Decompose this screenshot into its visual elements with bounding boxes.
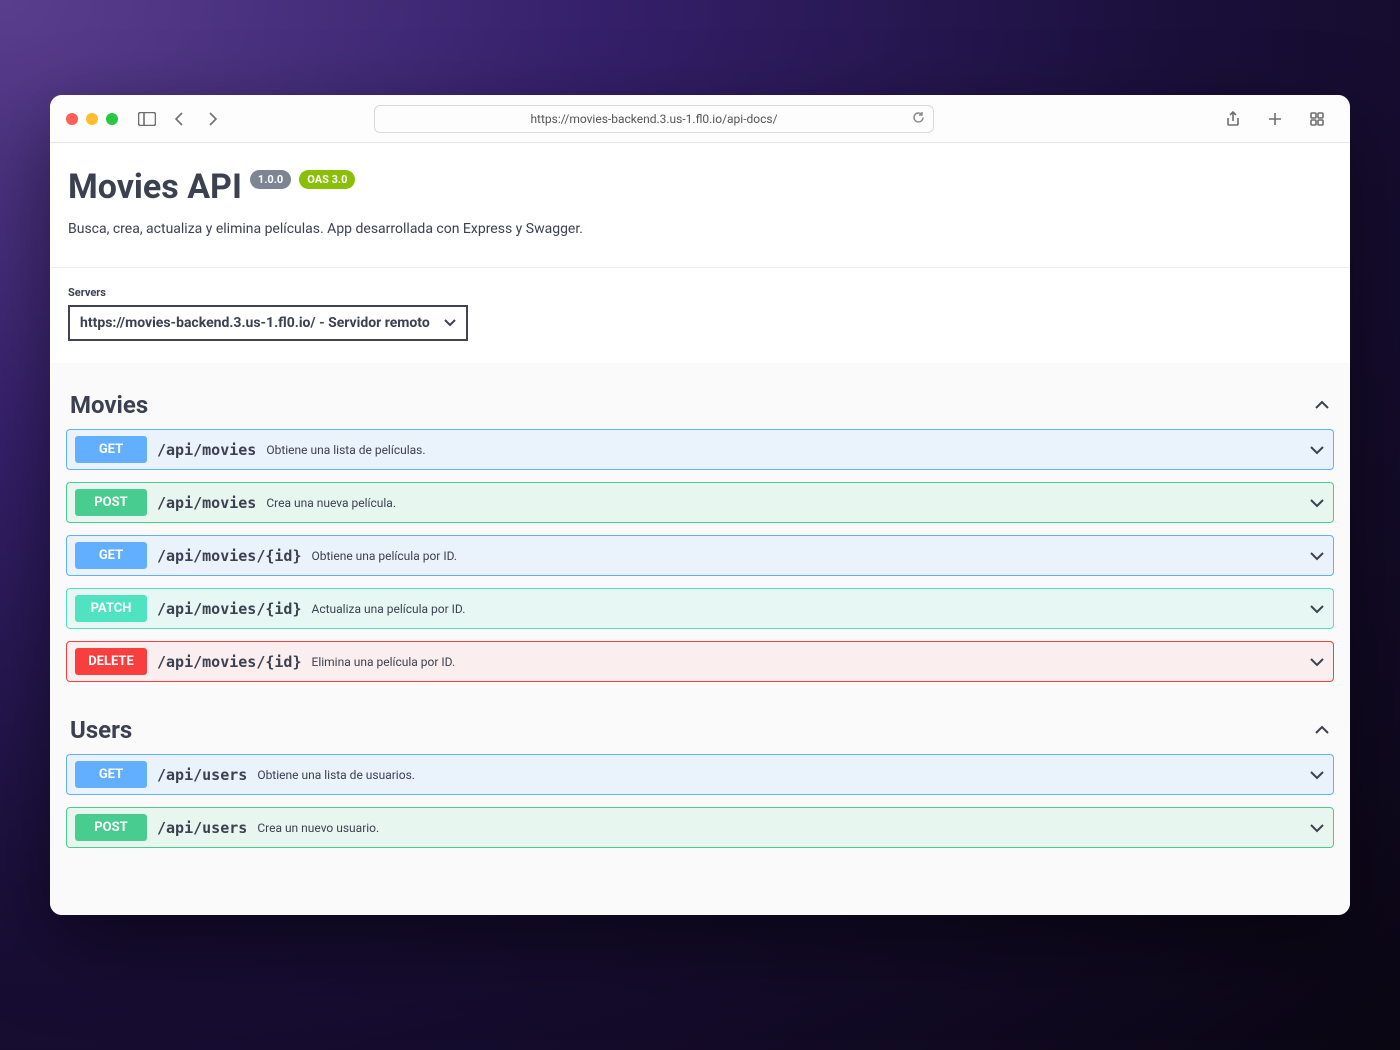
reload-icon[interactable] bbox=[912, 111, 925, 127]
share-icon[interactable] bbox=[1222, 108, 1244, 130]
maximize-window-button[interactable] bbox=[106, 113, 118, 125]
operation-summary: Crea un nuevo usuario. bbox=[257, 821, 379, 835]
operation-summary: Elimina una película por ID. bbox=[312, 655, 456, 669]
tag-header[interactable]: Movies bbox=[66, 391, 1334, 429]
titlebar: https://movies-backend.3.us-1.fl0.io/api… bbox=[50, 95, 1350, 143]
operation-row[interactable]: GET/api/movies Obtiene una lista de pelíc… bbox=[66, 429, 1334, 470]
operation-path: /api/users bbox=[157, 819, 247, 837]
operation-path: /api/movies/{id} bbox=[157, 653, 302, 671]
chevron-up-icon bbox=[1314, 400, 1330, 410]
operation-path: /api/movies/{id} bbox=[157, 547, 302, 565]
close-window-button[interactable] bbox=[66, 113, 78, 125]
operation-summary: Crea una nueva película. bbox=[266, 496, 396, 510]
minimize-window-button[interactable] bbox=[86, 113, 98, 125]
oas-badge: OAS 3.0 bbox=[299, 170, 355, 189]
method-badge: POST bbox=[75, 814, 147, 841]
tag-header[interactable]: Users bbox=[66, 716, 1334, 754]
titlebar-right bbox=[1222, 108, 1334, 130]
tab-overview-icon[interactable] bbox=[1306, 108, 1328, 130]
nav-buttons bbox=[168, 108, 230, 130]
operation-row[interactable]: POST/api/movies Crea una nueva película. bbox=[66, 482, 1334, 523]
method-badge: POST bbox=[75, 489, 147, 516]
operation-row[interactable]: GET/api/users Obtiene una lista de usuari… bbox=[66, 754, 1334, 795]
method-badge: GET bbox=[75, 436, 147, 463]
operation-row[interactable]: POST/api/users Crea un nuevo usuario. bbox=[66, 807, 1334, 848]
chevron-down-icon bbox=[1309, 823, 1325, 833]
chevron-down-icon bbox=[1309, 498, 1325, 508]
tag-name: Users bbox=[70, 716, 132, 744]
new-tab-icon[interactable] bbox=[1264, 108, 1286, 130]
servers-section: Servers https://movies-backend.3.us-1.fl… bbox=[50, 267, 1350, 363]
operation-summary: Obtiene una lista de películas. bbox=[266, 443, 425, 457]
server-select[interactable]: https://movies-backend.3.us-1.fl0.io/ - … bbox=[68, 305, 468, 341]
version-badge: 1.0.0 bbox=[250, 170, 291, 189]
chevron-down-icon bbox=[1309, 770, 1325, 780]
chevron-down-icon bbox=[1309, 604, 1325, 614]
operation-path: /api/movies bbox=[157, 494, 256, 512]
forward-button-icon[interactable] bbox=[202, 108, 224, 130]
tags-container: Movies GET/api/movies Obtiene una lista de… bbox=[50, 363, 1350, 894]
method-badge: PATCH bbox=[75, 595, 147, 622]
chevron-down-icon bbox=[1309, 445, 1325, 455]
operation-path: /api/movies bbox=[157, 441, 256, 459]
operation-path: /api/movies/{id} bbox=[157, 600, 302, 618]
api-header: Movies API 1.0.0 OAS 3.0 Busca, crea, ac… bbox=[50, 143, 1350, 267]
servers-label: Servers bbox=[68, 286, 1332, 299]
operation-summary: Actualiza una película por ID. bbox=[312, 602, 466, 616]
tag-section: Movies GET/api/movies Obtiene una lista de… bbox=[66, 373, 1334, 698]
chevron-up-icon bbox=[1314, 725, 1330, 735]
operation-summary: Obtiene una lista de usuarios. bbox=[257, 768, 415, 782]
operation-row[interactable]: DELETE/api/movies/{id} Elimina una pelícu… bbox=[66, 641, 1334, 682]
operation-path: /api/users bbox=[157, 766, 247, 784]
chevron-down-icon bbox=[1309, 657, 1325, 667]
page-content: Movies API 1.0.0 OAS 3.0 Busca, crea, ac… bbox=[50, 143, 1350, 915]
method-badge: DELETE bbox=[75, 648, 147, 675]
url-text: https://movies-backend.3.us-1.fl0.io/api… bbox=[385, 112, 923, 126]
back-button-icon[interactable] bbox=[168, 108, 190, 130]
traffic-lights bbox=[66, 113, 118, 125]
method-badge: GET bbox=[75, 761, 147, 788]
operation-row[interactable]: GET/api/movies/{id} Obtiene una película … bbox=[66, 535, 1334, 576]
chevron-down-icon bbox=[1309, 551, 1325, 561]
url-bar[interactable]: https://movies-backend.3.us-1.fl0.io/api… bbox=[374, 105, 934, 133]
operation-row[interactable]: PATCH/api/movies/{id} Actualiza una pelíc… bbox=[66, 588, 1334, 629]
api-title: Movies API bbox=[68, 167, 242, 207]
method-badge: GET bbox=[75, 542, 147, 569]
browser-window: https://movies-backend.3.us-1.fl0.io/api… bbox=[50, 95, 1350, 915]
tag-name: Movies bbox=[70, 391, 148, 419]
operation-summary: Obtiene una película por ID. bbox=[312, 549, 458, 563]
chevron-down-icon bbox=[444, 319, 456, 327]
server-select-value: https://movies-backend.3.us-1.fl0.io/ - … bbox=[80, 315, 430, 331]
tag-section: Users GET/api/users Obtiene una lista de u… bbox=[66, 698, 1334, 864]
sidebar-toggle-icon[interactable] bbox=[136, 108, 158, 130]
api-description: Busca, crea, actualiza y elimina películ… bbox=[68, 221, 1332, 237]
